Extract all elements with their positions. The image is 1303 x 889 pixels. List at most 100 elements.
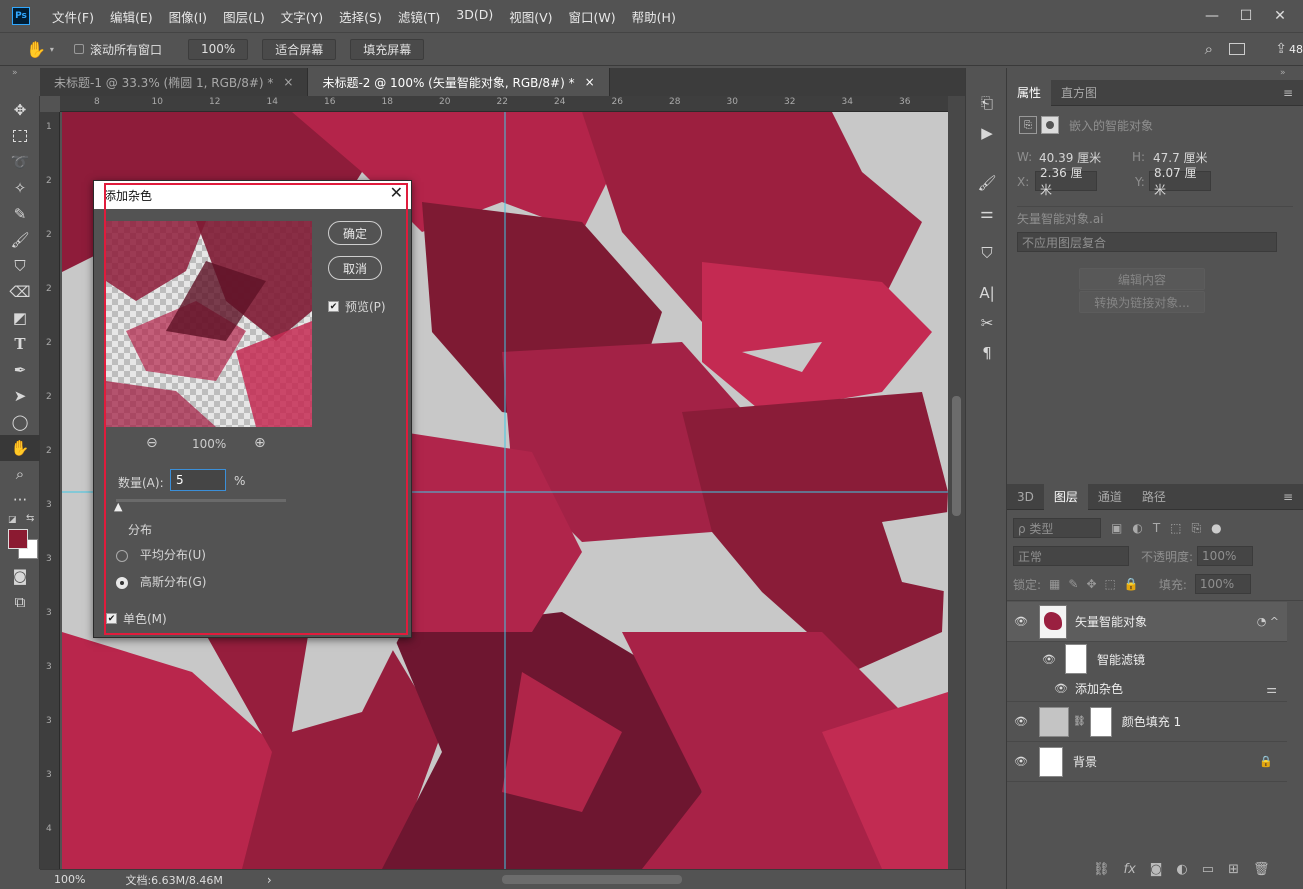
quick-mask-icon[interactable]: ◙ — [0, 563, 40, 589]
eraser-tool-icon[interactable]: ⌫ — [0, 279, 40, 305]
type-tool-icon[interactable]: T — [0, 331, 40, 357]
swap-colors-icon[interactable]: ⇆ — [26, 513, 34, 524]
filter-toggle-icon[interactable]: ● — [1211, 521, 1221, 535]
new-group-icon[interactable]: ▭ — [1202, 862, 1214, 877]
path-select-tool-icon[interactable]: ➤ — [0, 383, 40, 409]
filter-mask-thumbnail[interactable] — [1065, 644, 1087, 674]
close-icon[interactable]: ✕ — [390, 183, 403, 202]
hand-tool-icon[interactable]: ✋ — [26, 40, 46, 59]
mask-icon[interactable] — [1041, 116, 1059, 134]
fill-screen-button[interactable]: 填充屏幕 — [350, 38, 425, 60]
edit-contents-button[interactable]: 编辑内容 — [1079, 268, 1205, 290]
eye-icon[interactable]: 👁 — [1035, 653, 1063, 666]
more-tools-icon[interactable]: ··· — [0, 487, 40, 513]
panel-menu-icon[interactable]: ≡ — [1283, 490, 1293, 504]
layer-style-icon[interactable]: fx — [1124, 862, 1136, 877]
layer-comp-select[interactable]: 不应用图层复合 — [1017, 232, 1277, 252]
clone-source-icon[interactable]: ⛉ — [966, 238, 1008, 268]
layer-color-fill[interactable]: 👁 ⛓ 颜色填充 1 — [1007, 702, 1287, 742]
default-colors-icon[interactable]: ◪ — [8, 515, 17, 525]
close-tab-icon[interactable]: × — [585, 75, 595, 89]
amount-slider-handle[interactable]: ▲ — [114, 500, 122, 513]
share-icon[interactable]: ⇪ — [1275, 41, 1287, 57]
menu-view[interactable]: 视图(V) — [509, 7, 552, 26]
screen-mode-icon[interactable]: ⧉ — [0, 589, 40, 615]
amount-input[interactable]: 5 — [170, 469, 226, 491]
filter-shape-icon[interactable]: ⬚ — [1170, 521, 1181, 535]
stamp-tool-icon[interactable]: ⛉ — [0, 253, 40, 279]
lock-position-icon[interactable]: ✥ — [1086, 577, 1096, 591]
tab-layers[interactable]: 图层 — [1043, 483, 1088, 510]
tab-3d[interactable]: 3D — [1007, 484, 1044, 510]
tab-document-1[interactable]: 未标题-1 @ 33.3% (椭圆 1, RGB/8#) * × — [40, 68, 309, 96]
actions-play-icon[interactable]: ▶ — [966, 118, 1008, 148]
menu-3d[interactable]: 3D(D) — [456, 7, 493, 26]
tab-histogram[interactable]: 直方图 — [1051, 80, 1107, 106]
menu-select[interactable]: 选择(S) — [339, 7, 382, 26]
layer-mask-thumbnail[interactable] — [1089, 706, 1112, 737]
brush-tool-icon[interactable]: 🖌 — [0, 227, 40, 253]
marquee-tool-icon[interactable] — [0, 123, 40, 149]
collapse-right-icon[interactable]: » — [1280, 68, 1286, 78]
menu-type[interactable]: 文字(Y) — [281, 7, 323, 26]
paragraph-panel-icon[interactable]: ¶ — [966, 338, 1008, 368]
zoom-tool-icon[interactable]: ⌕ — [0, 461, 40, 487]
ellipse-tool-icon[interactable]: ◯ — [0, 409, 40, 435]
eyedropper-tool-icon[interactable]: ✎ — [0, 201, 40, 227]
layer-background[interactable]: 👁 背景 🔒 — [1007, 742, 1287, 782]
delete-layer-icon[interactable]: 🗑 — [1253, 862, 1270, 877]
fit-screen-button[interactable]: 适合屏幕 — [262, 38, 337, 60]
character-panel-icon[interactable]: A| — [966, 278, 1008, 308]
blend-mode-select[interactable]: 正常 — [1013, 546, 1129, 566]
tool-preset-chevron-icon[interactable]: ▾ — [50, 45, 54, 54]
hand-tool-icon[interactable]: ✋ — [0, 435, 40, 461]
history-panel-icon[interactable]: ⎗ — [966, 88, 1008, 118]
minimize-button[interactable]: — — [1195, 8, 1229, 24]
pen-tool-icon[interactable]: ✒ — [0, 357, 40, 383]
eye-icon[interactable]: 👁 — [1007, 715, 1035, 728]
menu-filter[interactable]: 滤镜(T) — [398, 7, 440, 26]
menu-file[interactable]: 文件(F) — [52, 7, 94, 26]
uniform-radio[interactable] — [116, 549, 128, 562]
add-mask-icon[interactable]: ◙ — [1150, 862, 1163, 877]
eye-icon[interactable]: 👁 — [1047, 682, 1075, 695]
dialog-titlebar[interactable]: 添加杂色 ✕ — [94, 181, 411, 209]
mono-checkbox[interactable]: ✔ — [106, 613, 117, 624]
filter-smart-icon[interactable]: ⎘ — [1192, 521, 1202, 536]
adjustments-icon[interactable]: ⚌ — [966, 198, 1008, 228]
zoom-in-icon[interactable]: ⊕ — [254, 435, 266, 451]
layer-add-noise-filter[interactable]: 👁 添加杂色 ⚌ — [1007, 676, 1287, 702]
zoom-out-icon[interactable]: ⊖ — [146, 435, 158, 451]
convert-linked-button[interactable]: 转换为链接对象... — [1079, 291, 1205, 313]
menu-window[interactable]: 窗口(W) — [569, 7, 616, 26]
menu-edit[interactable]: 编辑(E) — [110, 7, 153, 26]
lock-pixels-icon[interactable]: ✎ — [1068, 577, 1078, 591]
cancel-button[interactable]: 取消 — [328, 256, 382, 280]
menu-image[interactable]: 图像(I) — [169, 7, 207, 26]
link-icon[interactable]: ⛓ — [1073, 716, 1086, 727]
workspace-icon[interactable] — [1229, 43, 1245, 55]
menu-layer[interactable]: 图层(L) — [223, 7, 265, 26]
gradient-tool-icon[interactable]: ◩ — [0, 305, 40, 331]
filter-adjust-icon[interactable]: ◐ — [1132, 521, 1142, 535]
eye-icon[interactable]: 👁 — [1007, 755, 1035, 768]
ok-button[interactable]: 确定 — [328, 221, 382, 245]
gaussian-radio[interactable] — [116, 576, 128, 589]
move-tool-icon[interactable]: ✥ — [0, 97, 40, 123]
layer-smart-object[interactable]: 👁 矢量智能对象 ◔ ^ — [1007, 602, 1287, 642]
new-layer-icon[interactable]: ⊞ — [1228, 862, 1239, 877]
foreground-color-swatch[interactable] — [8, 529, 28, 549]
tab-paths[interactable]: 路径 — [1132, 484, 1176, 510]
brush-settings-icon[interactable]: 🖌 — [966, 168, 1008, 198]
smart-filter-badge-icon[interactable]: ◔ ^ — [1257, 615, 1279, 628]
tools-preset-icon[interactable]: ✂ — [966, 308, 1008, 338]
lock-transparent-icon[interactable]: ▦ — [1049, 577, 1060, 591]
scroll-all-checkbox[interactable] — [73, 44, 84, 54]
filter-type-icon[interactable]: T — [1153, 521, 1160, 535]
panel-menu-icon[interactable]: ≡ — [1283, 86, 1293, 100]
search-icon[interactable]: ⌕ — [1205, 40, 1213, 58]
y-field[interactable]: 8.07 厘米 — [1149, 166, 1211, 197]
link-layers-icon[interactable]: ⛓ — [1093, 862, 1110, 877]
fill-field[interactable]: 100% — [1194, 574, 1251, 594]
layer-smart-filters[interactable]: 👁 智能滤镜 — [1007, 642, 1287, 676]
